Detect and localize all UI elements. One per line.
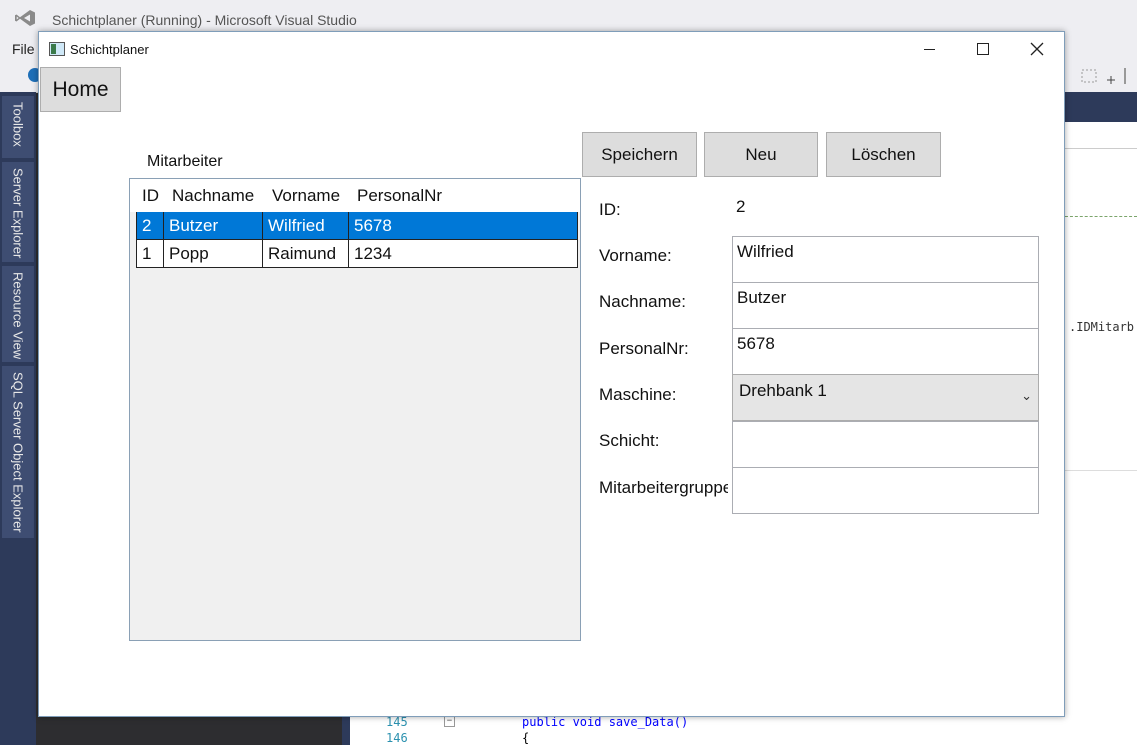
minimize-button[interactable] xyxy=(906,32,952,66)
close-button[interactable] xyxy=(1014,32,1060,66)
chevron-down-icon: ⌄ xyxy=(1021,388,1032,403)
editor-separator xyxy=(1065,148,1137,149)
vs-code-bottom[interactable]: 145 − public void save_Data() 146 { xyxy=(350,715,1137,745)
employee-datagrid[interactable]: ID Nachname Vorname PersonalNr 2 Butzer … xyxy=(129,178,581,641)
editor-code-snippet: .IDMitarb xyxy=(1069,320,1135,334)
maschine-selected-value: Drehbank 1 xyxy=(739,381,827,400)
menu-file[interactable]: File xyxy=(12,41,35,57)
vorname-field[interactable]: Wilfried xyxy=(732,236,1039,283)
cell-personalnr: 1234 xyxy=(349,240,578,268)
vorname-label: Vorname: xyxy=(599,246,672,265)
vs-code-editor[interactable]: .IDMitarb xyxy=(1065,122,1137,745)
mitarbeitergruppe-label-clip: Mitarbeitergruppe: xyxy=(599,478,728,502)
side-tab-toolbox[interactable]: Toolbox xyxy=(2,96,34,158)
save-button[interactable]: Speichern xyxy=(582,132,697,177)
column-header-nachname[interactable]: Nachname xyxy=(172,186,254,206)
delete-button[interactable]: Löschen xyxy=(826,132,941,177)
cell-id: 2 xyxy=(136,212,164,240)
cell-nachname: Butzer xyxy=(164,212,263,240)
table-row[interactable]: 1 Popp Raimund 1234 xyxy=(136,240,580,268)
id-label: ID: xyxy=(599,200,621,219)
close-icon xyxy=(1030,42,1044,56)
code-text: public void save_Data() xyxy=(522,715,688,729)
app-titlebar[interactable]: Schichtplaner xyxy=(39,32,1064,66)
minimize-icon xyxy=(923,48,935,50)
cell-nachname: Popp xyxy=(164,240,263,268)
column-header-vorname[interactable]: Vorname xyxy=(272,186,340,206)
cell-personalnr: 5678 xyxy=(349,212,578,240)
line-number: 146 xyxy=(386,731,408,745)
editor-separator xyxy=(1065,470,1137,471)
schicht-field[interactable] xyxy=(732,421,1039,468)
side-tab-sql-server-object-explorer[interactable]: SQL Server Object Explorer xyxy=(2,366,34,538)
maximize-button[interactable] xyxy=(960,32,1006,66)
column-header-personalnr[interactable]: PersonalNr xyxy=(357,186,442,206)
app-title: Schichtplaner xyxy=(70,42,149,57)
side-tab-resource-view[interactable]: Resource View xyxy=(2,266,34,362)
employees-label: Mitarbeiter xyxy=(147,153,223,170)
side-tab-server-explorer[interactable]: Server Explorer xyxy=(2,162,34,262)
mitarbeitergruppe-label: Mitarbeitergruppe: xyxy=(599,478,728,497)
schichtplaner-window: Schichtplaner Home Speichern Neu Löschen… xyxy=(38,31,1065,717)
maschine-select[interactable]: Drehbank 1 ⌄ xyxy=(732,374,1039,421)
vs-editor-margin xyxy=(342,717,350,745)
maschine-label: Maschine: xyxy=(599,385,677,404)
line-number: 145 xyxy=(386,715,408,729)
vs-toolbar-right xyxy=(1074,62,1137,92)
collapse-icon[interactable]: − xyxy=(444,716,455,727)
app-window-icon xyxy=(49,42,65,56)
vs-titlebar: Schichtplaner (Running) - Microsoft Visu… xyxy=(0,0,1137,34)
personalnr-label: PersonalNr: xyxy=(599,339,689,358)
cell-vorname: Wilfried xyxy=(263,212,349,240)
visual-studio-logo-icon xyxy=(15,10,35,26)
code-text: { xyxy=(522,731,530,745)
column-header-id[interactable]: ID xyxy=(142,186,159,206)
cell-id: 1 xyxy=(136,240,164,268)
mitarbeitergruppe-field[interactable] xyxy=(732,467,1039,514)
toolbar-icons[interactable] xyxy=(1074,62,1137,92)
vs-editor-tabbar xyxy=(1065,92,1137,122)
home-button[interactable]: Home xyxy=(40,67,121,112)
nachname-field[interactable]: Butzer xyxy=(732,282,1039,329)
nachname-label: Nachname: xyxy=(599,292,686,311)
schicht-label: Schicht: xyxy=(599,431,660,450)
new-button[interactable]: Neu xyxy=(704,132,818,177)
grid-header: ID Nachname Vorname PersonalNr xyxy=(130,179,580,212)
table-row[interactable]: 2 Butzer Wilfried 5678 xyxy=(136,212,580,240)
cell-vorname: Raimund xyxy=(263,240,349,268)
editor-dashed-line xyxy=(1065,216,1137,217)
personalnr-field[interactable]: 5678 xyxy=(732,328,1039,375)
vs-window-title: Schichtplaner (Running) - Microsoft Visu… xyxy=(52,12,357,28)
code-text-line: public void save_Data() xyxy=(522,715,689,729)
id-value: 2 xyxy=(736,197,746,216)
vs-side-panel: Toolbox Server Explorer Resource View SQ… xyxy=(0,92,36,745)
maximize-icon xyxy=(977,43,989,55)
